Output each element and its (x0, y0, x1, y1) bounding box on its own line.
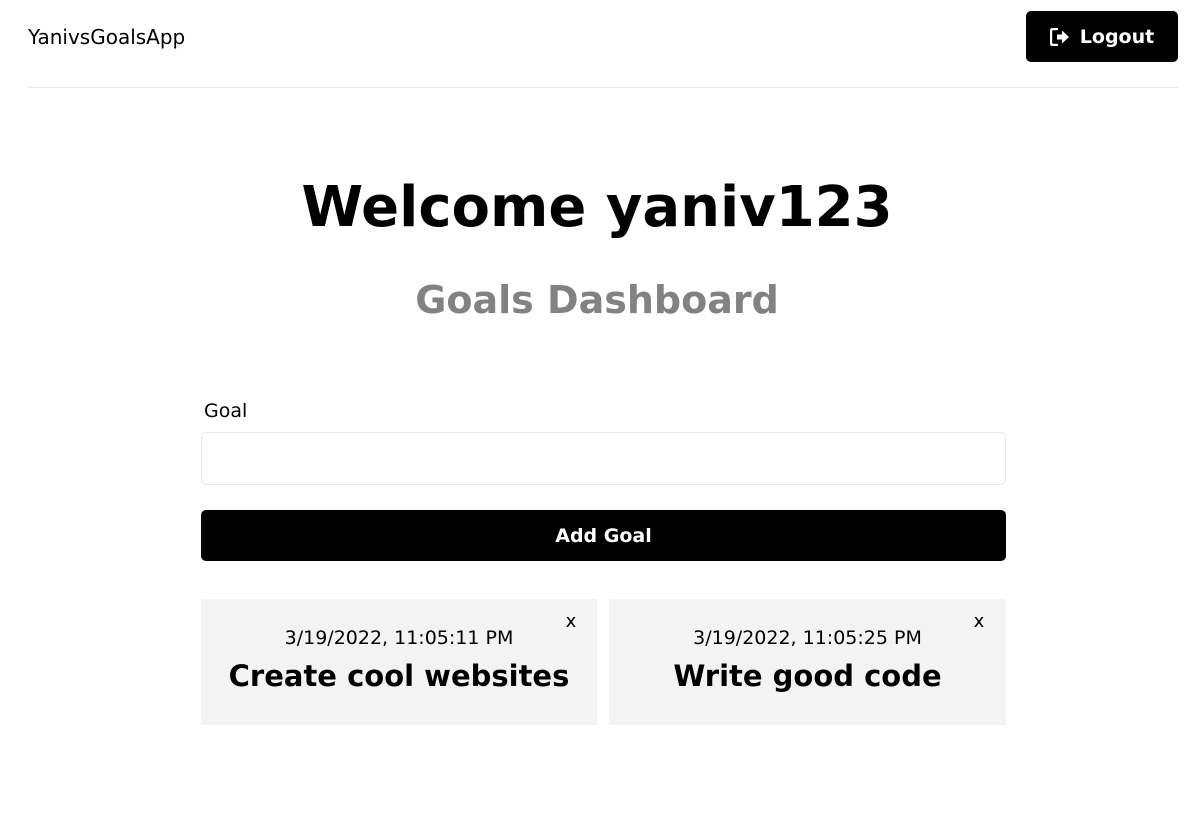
dashboard-subtitle: Goals Dashboard (415, 278, 779, 322)
welcome-heading: Welcome yaniv123 (301, 175, 893, 240)
goal-card: 3/19/2022, 11:05:11 PM Create cool websi… (201, 599, 597, 725)
goal-text: Create cool websites (228, 659, 570, 693)
logout-button[interactable]: Logout (1026, 11, 1178, 62)
goal-input[interactable] (201, 432, 1006, 485)
delete-goal-button[interactable]: x (971, 611, 987, 633)
sign-out-icon (1049, 27, 1070, 46)
goal-label: Goal (204, 400, 248, 422)
logout-label: Logout (1079, 25, 1155, 48)
app-logo[interactable]: YanivsGoalsApp (28, 25, 185, 49)
app-header: YanivsGoalsApp Logout (28, 0, 1178, 88)
goal-card: 3/19/2022, 11:05:25 PM Write good code x (609, 599, 1006, 725)
add-goal-button[interactable]: Add Goal (201, 510, 1006, 561)
goal-text: Write good code (673, 659, 942, 693)
goal-date: 3/19/2022, 11:05:11 PM (284, 627, 514, 649)
delete-goal-button[interactable]: x (563, 611, 579, 633)
goal-date: 3/19/2022, 11:05:25 PM (693, 627, 922, 649)
